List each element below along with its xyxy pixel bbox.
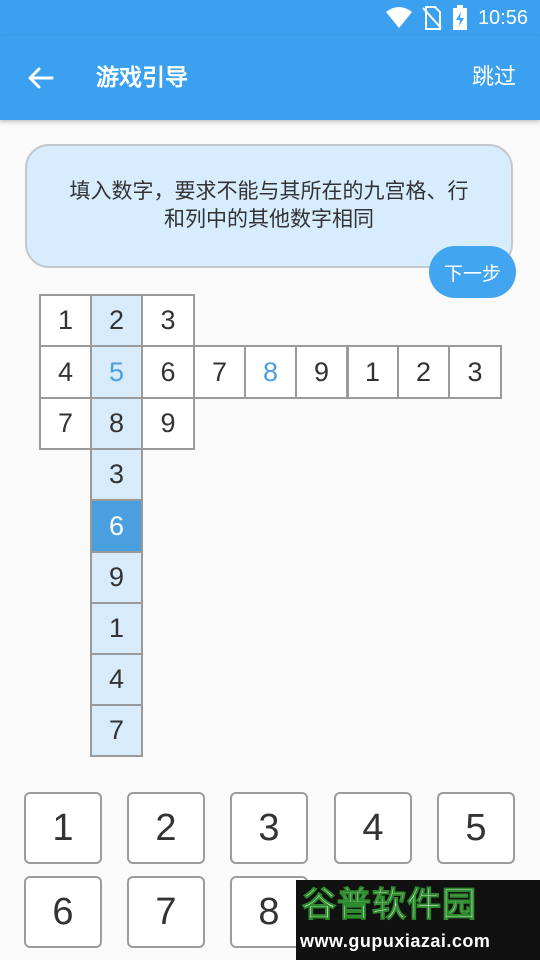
- board-cell[interactable]: 4: [91, 654, 142, 705]
- keypad-key[interactable]: 5: [437, 792, 515, 864]
- board-cell[interactable]: 7: [91, 705, 142, 756]
- board-cell[interactable]: 2: [91, 295, 142, 346]
- wifi-icon: [385, 7, 412, 28]
- watermark-url: www.gupuxiazai.com: [300, 931, 491, 951]
- battery-charging-icon: [452, 5, 467, 30]
- keypad-key[interactable]: 6: [24, 876, 102, 948]
- next-step-button[interactable]: 下一步: [429, 246, 516, 298]
- keypad-key[interactable]: 3: [230, 792, 308, 864]
- board-cell[interactable]: 1: [40, 295, 91, 346]
- watermark: 谷普软件园 www.gupuxiazai.com: [296, 880, 540, 960]
- keypad-key[interactable]: 7: [127, 876, 205, 948]
- board-cell[interactable]: 4: [40, 346, 91, 398]
- board-cell[interactable]: 6: [142, 346, 194, 398]
- board-cell[interactable]: 7: [194, 346, 245, 398]
- board-cell[interactable]: 9: [142, 398, 194, 449]
- watermark-logo: 谷普软件园: [302, 886, 477, 925]
- board-cell[interactable]: 3: [449, 346, 501, 398]
- board-cell[interactable]: 1: [347, 346, 398, 398]
- status-icons: 10:56: [385, 5, 528, 31]
- board-cell[interactable]: 9: [296, 346, 347, 398]
- status-time: 10:56: [477, 6, 528, 29]
- board-cell[interactable]: 5: [91, 346, 142, 398]
- board-cell[interactable]: 2: [398, 346, 449, 398]
- keypad-key[interactable]: 2: [127, 792, 205, 864]
- board-cell[interactable]: 3: [91, 449, 142, 500]
- board-cell[interactable]: 8: [91, 398, 142, 449]
- app-bar: 游戏引导 跳过: [0, 36, 540, 120]
- no-sim-icon: [422, 6, 442, 30]
- keypad-key[interactable]: 1: [24, 792, 102, 864]
- board-cell[interactable]: 7: [40, 398, 91, 449]
- board-cell[interactable]: 1: [91, 603, 142, 654]
- back-arrow-icon[interactable]: [26, 63, 56, 93]
- board-cell[interactable]: 9: [91, 552, 142, 603]
- page-title: 游戏引导: [96, 64, 188, 90]
- board-cell[interactable]: 3: [142, 295, 194, 346]
- skip-button[interactable]: 跳过: [472, 60, 516, 94]
- board-cell-selected[interactable]: 6: [91, 500, 142, 552]
- status-bar: 10:56: [0, 0, 540, 36]
- board-cell[interactable]: 8: [245, 346, 296, 398]
- keypad-key[interactable]: 4: [334, 792, 412, 864]
- guide-text: 填入数字，要求不能与其所在的九宫格、行和列中的其他数字相同: [69, 180, 469, 231]
